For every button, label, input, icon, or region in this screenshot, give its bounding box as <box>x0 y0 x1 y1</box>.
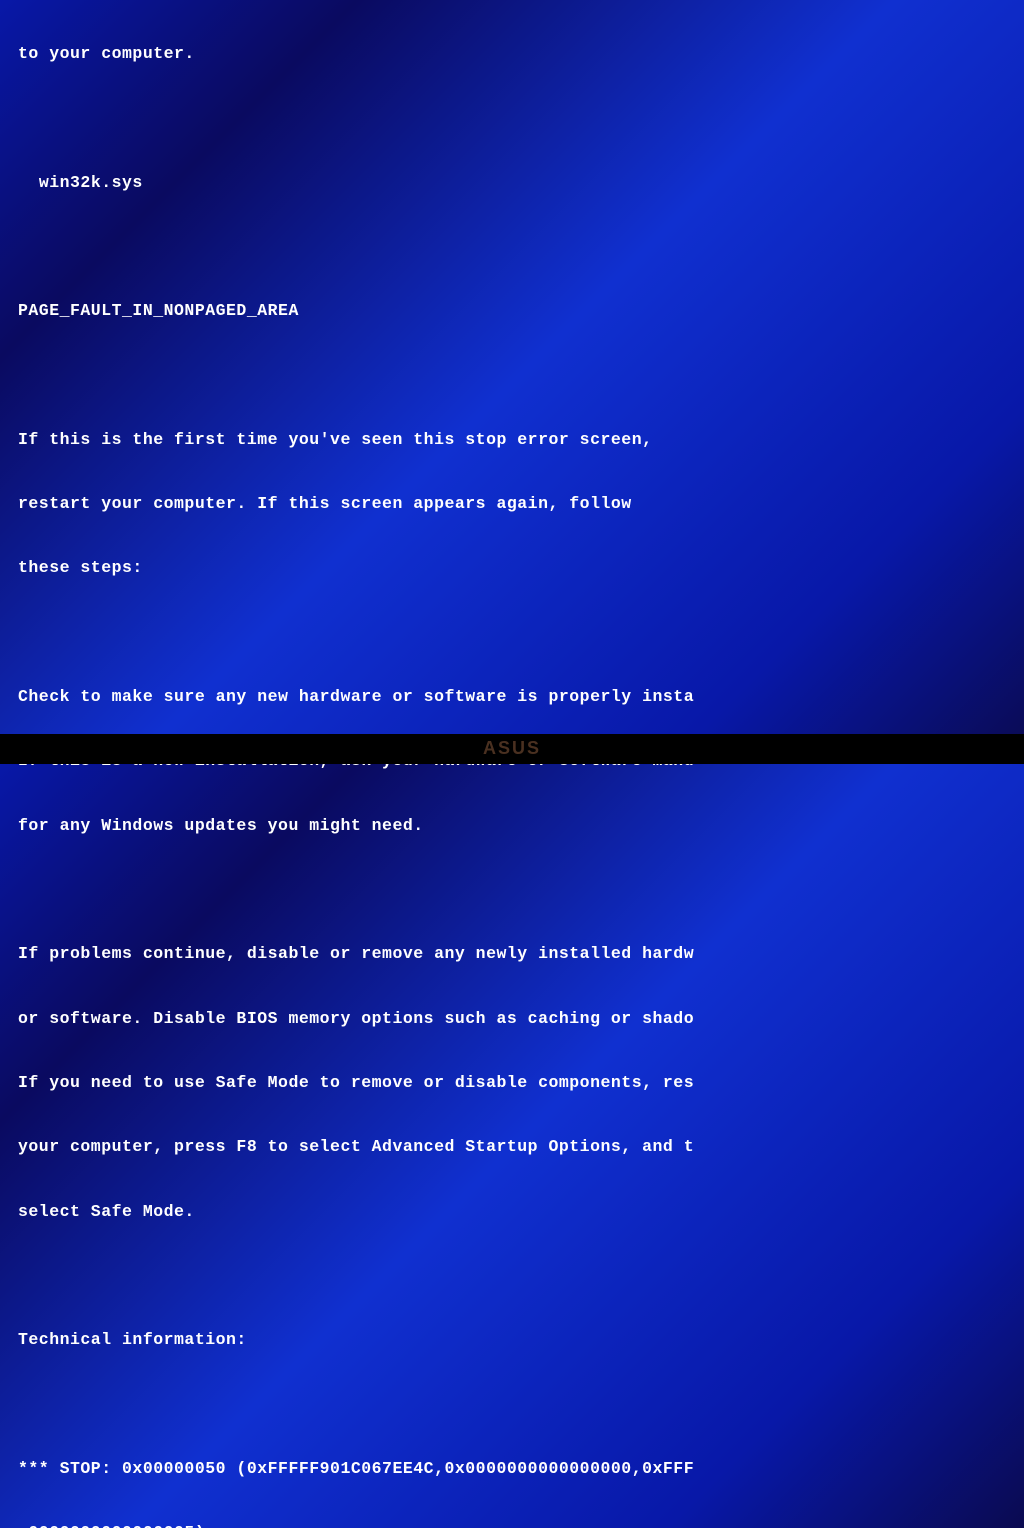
bsod-text-line: for any Windows updates you might need. <box>18 815 1006 836</box>
bsod-text-line: your computer, press F8 to select Advanc… <box>18 1136 1006 1157</box>
bsod-text-line: If this is the first time you've seen th… <box>18 429 1006 450</box>
bsod-text-line: If problems continue, disable or remove … <box>18 943 1006 964</box>
bsod-text-line <box>18 622 1006 643</box>
bsod-text-line: these steps: <box>18 557 1006 578</box>
bsod-text-line: If you need to use Safe Mode to remove o… <box>18 1072 1006 1093</box>
bsod-text-line: to your computer. <box>18 43 1006 64</box>
bsod-stop-code-cont: x0000000000000005) <box>18 1522 1006 1528</box>
bsod-text-line <box>18 107 1006 128</box>
bsod-error-name: PAGE_FAULT_IN_NONPAGED_AREA <box>18 300 1006 321</box>
monitor-brand-logo: ASUS <box>483 737 541 760</box>
bsod-text-line <box>18 236 1006 257</box>
bsod-text-line <box>18 1265 1006 1286</box>
bsod-text-line <box>18 1393 1006 1414</box>
bsod-text-line: Check to make sure any new hardware or s… <box>18 686 1006 707</box>
monitor-bezel: ASUS <box>0 734 1024 764</box>
bsod-screen: to your computer. win32k.sys PAGE_FAULT_… <box>18 0 1006 1528</box>
bsod-text-line <box>18 879 1006 900</box>
bsod-text-line: or software. Disable BIOS memory options… <box>18 1008 1006 1029</box>
bsod-technical-header: Technical information: <box>18 1329 1006 1350</box>
bsod-stop-code: *** STOP: 0x00000050 (0xFFFFF901C067EE4C… <box>18 1458 1006 1479</box>
bsod-text-line: restart your computer. If this screen ap… <box>18 493 1006 514</box>
bsod-text-line <box>18 364 1006 385</box>
bsod-fault-module: win32k.sys <box>18 172 1006 193</box>
bsod-text-line: select Safe Mode. <box>18 1201 1006 1222</box>
